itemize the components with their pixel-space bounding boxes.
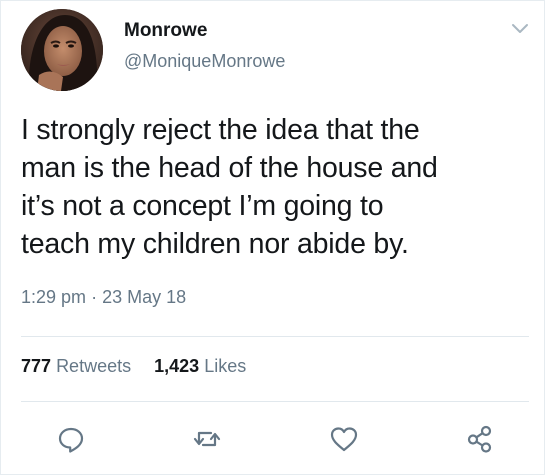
likes-count: 1,423 [154, 356, 200, 376]
engagement-stats: 777 Retweets 1,423 Likes [21, 356, 246, 377]
tweet-line: it’s not a concept I’m going to [21, 190, 384, 222]
tweet-card: Monrowe @MoniqueMonrowe I strongly rejec… [0, 0, 545, 475]
reply-icon[interactable] [55, 423, 87, 455]
tweet-text: I strongly reject the idea that the man … [21, 111, 526, 263]
tweet-timestamp[interactable]: 1:29 pm · 23 May 18 [21, 287, 186, 308]
share-icon[interactable] [464, 423, 496, 455]
avatar-image [21, 9, 103, 91]
retweets-label: Retweets [56, 356, 132, 376]
tweet-line: I strongly reject the idea that the [21, 114, 420, 146]
retweets-stat[interactable]: 777 Retweets [21, 356, 131, 377]
tweet-line: teach my children nor abide by. [21, 228, 409, 260]
display-name[interactable]: Monrowe [124, 20, 207, 42]
heart-icon[interactable] [328, 423, 360, 455]
avatar[interactable] [21, 9, 103, 91]
timestamp-separator: · [91, 287, 98, 307]
retweet-icon[interactable] [191, 423, 223, 455]
retweets-count: 777 [21, 356, 52, 376]
chevron-down-icon[interactable] [509, 21, 531, 37]
divider [21, 401, 529, 402]
tweet-line: man is the head of the house and [21, 152, 438, 184]
tweet-time: 1:29 pm [21, 287, 87, 307]
divider [21, 336, 529, 337]
likes-stat[interactable]: 1,423 Likes [154, 356, 246, 377]
user-handle[interactable]: @MoniqueMonrowe [124, 51, 285, 72]
likes-label: Likes [204, 356, 247, 376]
tweet-date: 23 May 18 [102, 287, 187, 307]
